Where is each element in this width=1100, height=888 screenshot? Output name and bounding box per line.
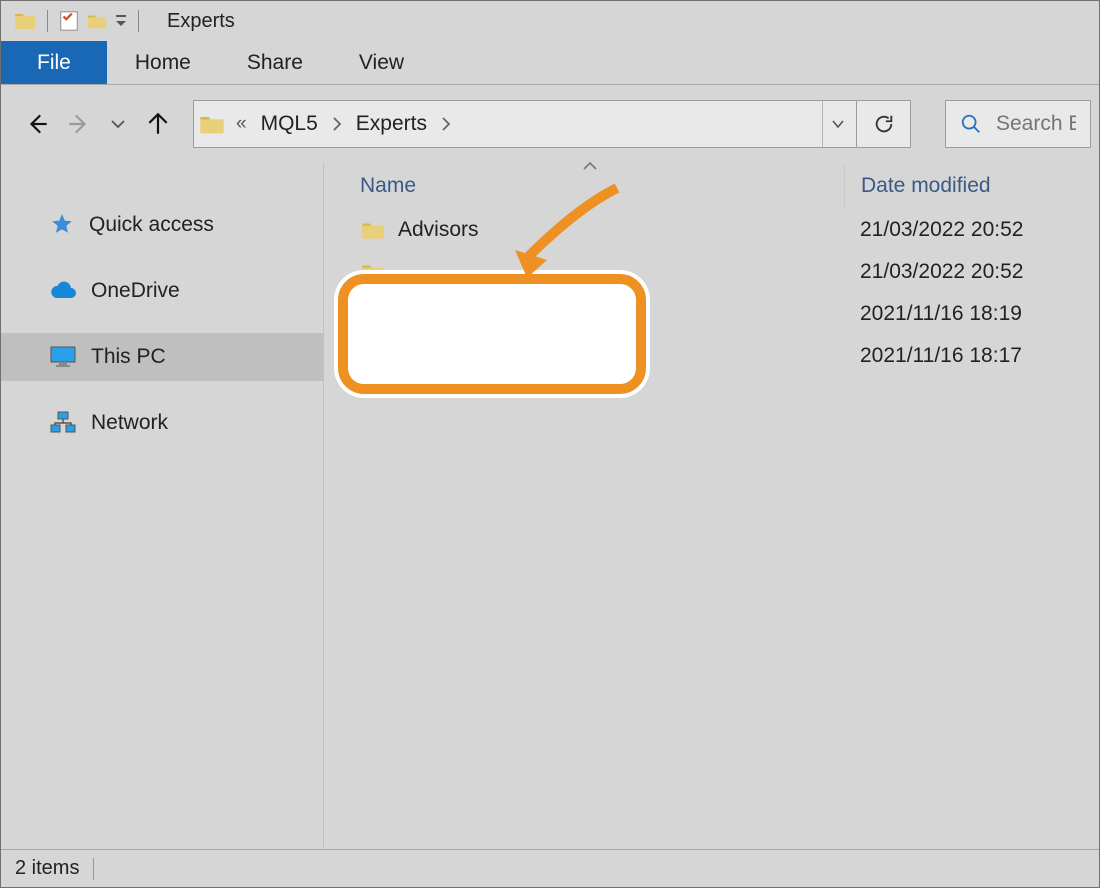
navigation-bar: « MQL5 Experts — [1, 85, 1099, 163]
forward-button[interactable] — [63, 109, 93, 139]
ex5-file-icon — [360, 301, 386, 327]
folder-icon — [198, 110, 228, 138]
tab-view[interactable]: View — [331, 41, 432, 84]
window-title: Experts — [167, 10, 235, 33]
search-input[interactable] — [996, 112, 1076, 136]
star-icon — [49, 212, 75, 238]
mp5-file-icon: 5 — [360, 343, 386, 369]
folder-icon — [360, 217, 386, 243]
divider — [93, 858, 94, 880]
tab-file[interactable]: File — [1, 41, 107, 84]
recent-locations-dropdown[interactable] — [103, 109, 133, 139]
nav-item-label: Network — [91, 411, 168, 435]
nav-item-label: This PC — [91, 345, 166, 369]
list-item[interactable]: 5 MetaQuotes.mp5 2021/11/16 18:17 — [324, 335, 1099, 377]
titlebar: Experts — [1, 1, 1099, 41]
cloud-icon — [49, 280, 77, 302]
file-date: 21/03/2022 20:52 — [844, 218, 1084, 242]
divider — [138, 10, 139, 32]
address-history-dropdown[interactable] — [822, 101, 852, 147]
file-name: MetaQuotes.mp5 — [398, 344, 559, 368]
back-button[interactable] — [23, 109, 53, 139]
breadcrumb-seg-experts[interactable]: Experts — [350, 101, 433, 147]
status-item-count: 2 items — [15, 857, 79, 880]
folder-icon — [360, 259, 386, 285]
explorer-window: Experts File Home Share View « MQL5 — [0, 0, 1100, 888]
navigation-pane: Quick access OneDrive This PC — [1, 163, 323, 849]
new-folder-icon[interactable] — [86, 10, 108, 32]
list-item[interactable]: Advisors 21/03/2022 20:52 — [324, 209, 1099, 251]
col-header-name[interactable]: Name — [324, 174, 844, 198]
file-name: Advisors — [398, 218, 479, 242]
sort-indicator-icon — [582, 161, 598, 171]
status-bar: 2 items — [1, 849, 1099, 887]
up-button[interactable] — [143, 109, 173, 139]
divider — [47, 10, 48, 32]
chevron-right-icon[interactable] — [326, 117, 348, 131]
breadcrumb-overflow[interactable]: « — [230, 101, 253, 147]
list-item[interactable]: 21/03/2022 20:52 — [324, 251, 1099, 293]
ribbon: File Home Share View — [1, 41, 1099, 85]
search-icon — [960, 113, 982, 135]
col-header-date[interactable]: Date modified — [844, 163, 1084, 209]
network-icon — [49, 411, 77, 435]
file-date: 2021/11/16 18:19 — [844, 302, 1084, 326]
folder-icon — [13, 9, 37, 33]
properties-icon[interactable] — [58, 10, 80, 32]
svg-text:5: 5 — [369, 348, 376, 363]
breadcrumb-seg-mql5[interactable]: MQL5 — [255, 101, 324, 147]
nav-item-label: OneDrive — [91, 279, 180, 303]
tab-home[interactable]: Home — [107, 41, 219, 84]
file-date: 21/03/2022 20:52 — [844, 260, 1084, 284]
tab-share[interactable]: Share — [219, 41, 331, 84]
content-area: Quick access OneDrive This PC — [1, 163, 1099, 849]
refresh-button[interactable] — [857, 100, 911, 148]
qat-customize-icon[interactable] — [114, 10, 128, 32]
column-headers: Name Date modified — [324, 163, 1099, 209]
address-bar[interactable]: « MQL5 Experts — [193, 100, 857, 148]
file-name: MetaQuotes.ex5 — [398, 302, 552, 326]
nav-item-label: Quick access — [89, 213, 214, 237]
file-list: Name Date modified Advisors 21/03/2022 2… — [323, 163, 1099, 849]
monitor-icon — [49, 345, 77, 369]
list-item[interactable]: MetaQuotes.ex5 2021/11/16 18:19 — [324, 293, 1099, 335]
quick-access-toolbar — [13, 9, 143, 33]
search-box[interactable] — [945, 100, 1091, 148]
nav-this-pc[interactable]: This PC — [1, 333, 323, 381]
nav-quick-access[interactable]: Quick access — [1, 201, 323, 249]
nav-network[interactable]: Network — [1, 399, 323, 447]
nav-onedrive[interactable]: OneDrive — [1, 267, 323, 315]
file-date: 2021/11/16 18:17 — [844, 344, 1084, 368]
chevron-right-icon[interactable] — [435, 117, 457, 131]
